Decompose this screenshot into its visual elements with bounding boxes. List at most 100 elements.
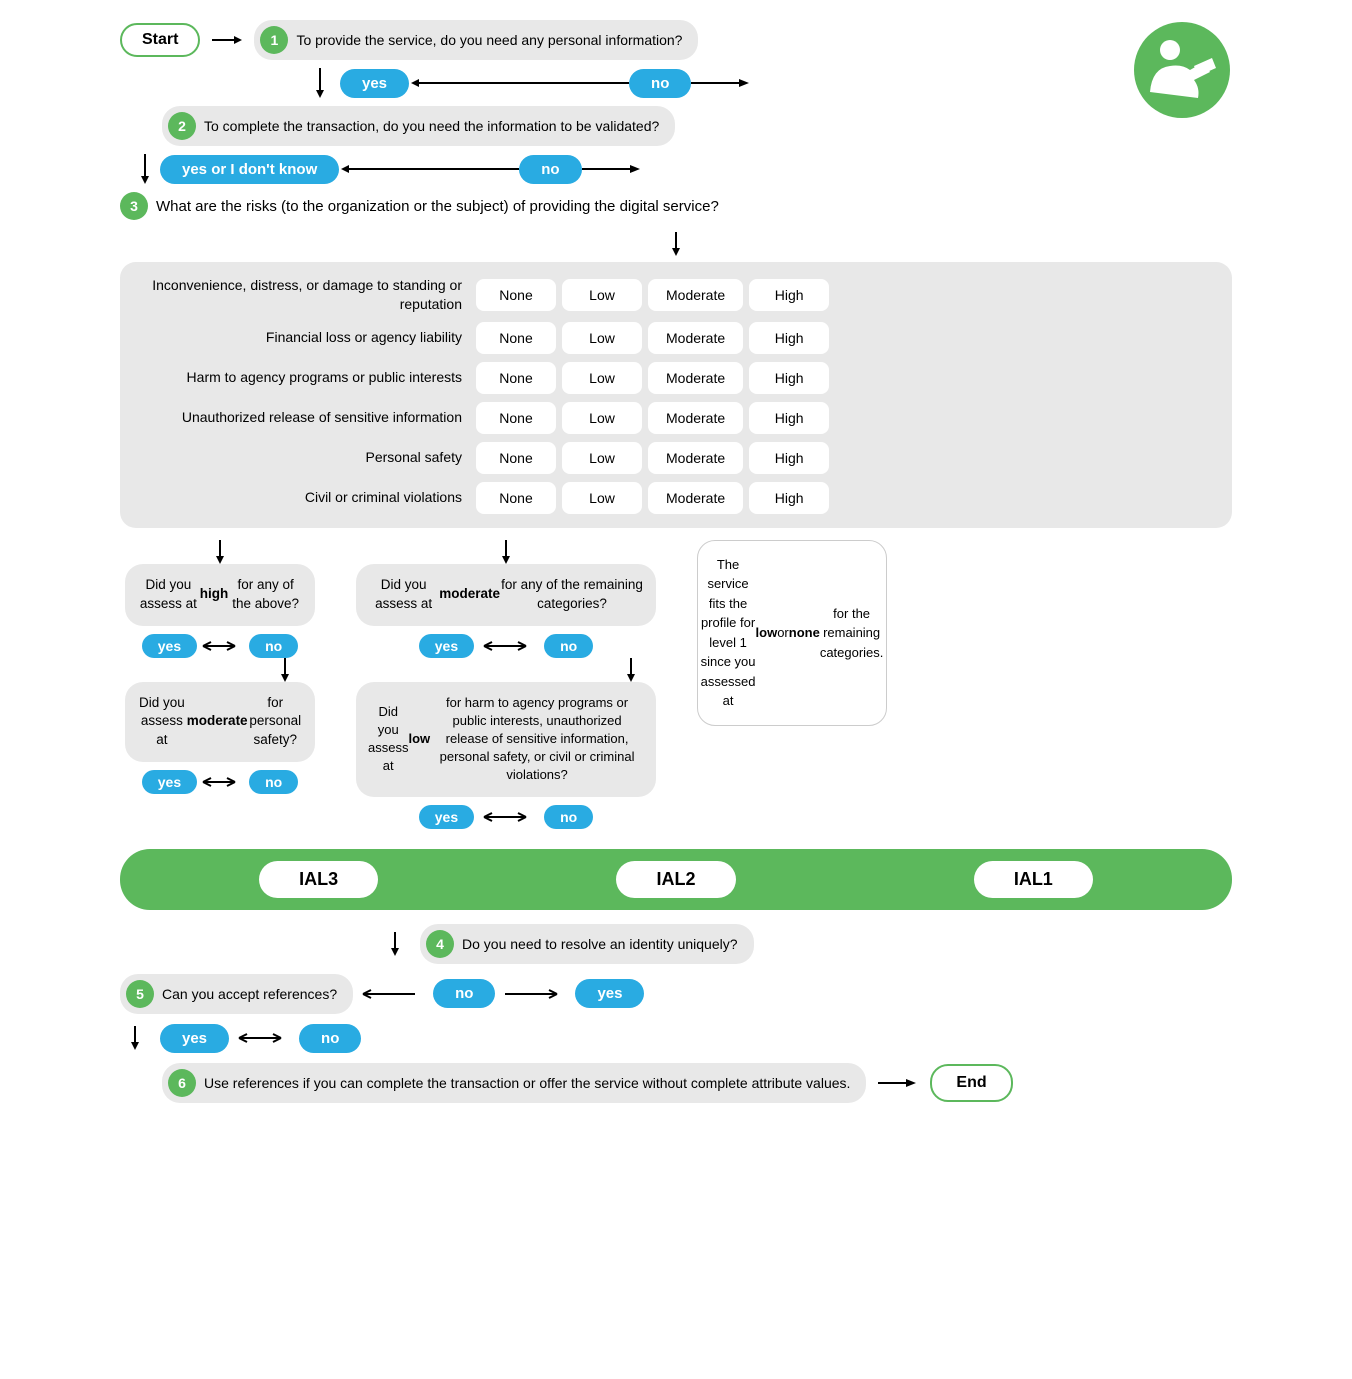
no-button-5[interactable]: no xyxy=(433,979,495,1008)
identity-icon xyxy=(1132,20,1232,120)
risk-moderate-4[interactable]: Moderate xyxy=(648,402,743,434)
risk-moderate-3[interactable]: Moderate xyxy=(648,362,743,394)
step-5-circle: 5 xyxy=(126,980,154,1008)
arrow-high-yes-no xyxy=(203,636,243,656)
risk-moderate-2[interactable]: Moderate xyxy=(648,322,743,354)
high-check-answers: yes no xyxy=(142,634,298,658)
risk-low-3[interactable]: Low xyxy=(562,362,642,394)
level1-desc-node: The service fits the profile for level 1… xyxy=(697,540,887,726)
risk-low-5[interactable]: Low xyxy=(562,442,642,474)
risk-none-4[interactable]: None xyxy=(476,402,556,434)
no-button-5b[interactable]: no xyxy=(299,1024,361,1053)
risk-options-6: None Low Moderate High xyxy=(476,482,829,514)
step-1-circle: 1 xyxy=(260,26,288,54)
yes-or-dont-know-button[interactable]: yes or I don't know xyxy=(160,155,339,184)
risk-high-1[interactable]: High xyxy=(749,279,829,311)
mod-rem-no-button[interactable]: no xyxy=(544,634,593,658)
arrow-to-end xyxy=(878,1073,918,1093)
yes-button-5[interactable]: yes xyxy=(575,979,644,1008)
risk-none-5[interactable]: None xyxy=(476,442,556,474)
mod-ps-yes-button[interactable]: yes xyxy=(142,770,197,794)
low-no-button[interactable]: no xyxy=(544,805,593,829)
arrow-to-yes-step5-down xyxy=(120,1026,150,1050)
step-5: 5 Can you accept references? xyxy=(120,974,353,1014)
ial-bar: IAL3 IAL2 IAL1 xyxy=(120,849,1232,910)
yes-button-5b[interactable]: yes xyxy=(160,1024,229,1053)
risk-label-6: Civil or criminal violations xyxy=(136,488,476,507)
moderate-ps-answers: yes no xyxy=(142,770,298,794)
risk-high-6[interactable]: High xyxy=(749,482,829,514)
mod-rem-yes-button[interactable]: yes xyxy=(419,634,474,658)
risk-none-3[interactable]: None xyxy=(476,362,556,394)
risk-options-3: None Low Moderate High xyxy=(476,362,829,394)
risk-label-2: Financial loss or agency liability xyxy=(136,328,476,347)
row-start: Start 1 To provide the service, do you n… xyxy=(120,20,1232,60)
risk-label-5: Personal safety xyxy=(136,448,476,467)
risk-low-2[interactable]: Low xyxy=(562,322,642,354)
risk-none-6[interactable]: None xyxy=(476,482,556,514)
high-no-button[interactable]: no xyxy=(249,634,298,658)
row-1-answers: yes no xyxy=(300,68,1232,98)
end-node: End xyxy=(930,1064,1012,1102)
yes-button-1[interactable]: yes xyxy=(340,69,409,98)
risk-high-4[interactable]: High xyxy=(749,402,829,434)
risk-row-4: Unauthorized release of sensitive inform… xyxy=(136,402,1216,434)
step-4-text: Do you need to resolve an identity uniqu… xyxy=(462,936,738,952)
arrow-to-yes-or-dk xyxy=(130,154,160,184)
step-2: 2 To complete the transaction, do you ne… xyxy=(162,106,675,146)
risk-row-5: Personal safety None Low Moderate High xyxy=(136,442,1216,474)
risk-none-2[interactable]: None xyxy=(476,322,556,354)
decision-section: Did you assess at high for any of the ab… xyxy=(120,540,1232,829)
arrow-no-to-yes-1 xyxy=(409,68,629,98)
risk-row-2: Financial loss or agency liability None … xyxy=(136,322,1216,354)
arrow-no2-to-yesdk xyxy=(339,154,519,184)
row-step-6: 6 Use references if you can complete the… xyxy=(120,1063,1232,1103)
no-button-1[interactable]: no xyxy=(629,69,691,98)
moderate-remaining-section: Did you assess at moderate for any of th… xyxy=(336,540,676,829)
risk-moderate-6[interactable]: Moderate xyxy=(648,482,743,514)
step-4: 4 Do you need to resolve an identity uni… xyxy=(420,924,754,964)
high-check-section: Did you assess at high for any of the ab… xyxy=(120,540,320,794)
start-node: Start xyxy=(120,23,200,57)
risk-row-1: Inconvenience, distress, or damage to st… xyxy=(136,276,1216,314)
risk-high-3[interactable]: High xyxy=(749,362,829,394)
risk-high-2[interactable]: High xyxy=(749,322,829,354)
risk-low-6[interactable]: Low xyxy=(562,482,642,514)
arrow-no-to-yes-step5 xyxy=(505,984,565,1004)
risk-low-1[interactable]: Low xyxy=(562,279,642,311)
ial2-node: IAL2 xyxy=(616,861,735,898)
no-button-2[interactable]: no xyxy=(519,155,581,184)
arrow-step4-to-no xyxy=(363,984,423,1004)
moderate-remaining-node: Did you assess at moderate for any of th… xyxy=(356,564,656,626)
risk-high-5[interactable]: High xyxy=(749,442,829,474)
level1-section: The service fits the profile for level 1… xyxy=(692,540,892,726)
low-yes-button[interactable]: yes xyxy=(419,805,474,829)
risk-label-3: Harm to agency programs or public intere… xyxy=(136,368,476,387)
risk-low-4[interactable]: Low xyxy=(562,402,642,434)
row-step-5: 5 Can you accept references? no yes xyxy=(120,974,1232,1014)
risk-none-1[interactable]: None xyxy=(476,279,556,311)
step-3-text: What are the risks (to the organization … xyxy=(156,198,719,215)
risk-moderate-5[interactable]: Moderate xyxy=(648,442,743,474)
arrow-to-risk-table xyxy=(120,232,1232,256)
row-5-yesno: yes no xyxy=(120,1024,1232,1053)
arrow-5-yes-no xyxy=(239,1028,289,1048)
row-step-3: 3 What are the risks (to the organizatio… xyxy=(120,192,1232,220)
risk-table: Inconvenience, distress, or damage to st… xyxy=(120,262,1232,528)
step-6-text: Use references if you can complete the t… xyxy=(204,1075,850,1091)
step-2-circle: 2 xyxy=(168,112,196,140)
arrow-mod-ps-yes-no xyxy=(203,772,243,792)
high-yes-button[interactable]: yes xyxy=(142,634,197,658)
arrow-to-step4 xyxy=(380,932,410,956)
high-check-node: Did you assess at high for any of the ab… xyxy=(125,564,315,626)
arrow-mod-rem-yes-no xyxy=(484,636,534,656)
risk-moderate-1[interactable]: Moderate xyxy=(648,279,743,311)
risk-options-2: None Low Moderate High xyxy=(476,322,829,354)
risk-options-4: None Low Moderate High xyxy=(476,402,829,434)
risk-options-1: None Low Moderate High xyxy=(476,279,829,311)
low-specific-node: Did you assess at low for harm to agency… xyxy=(356,682,656,797)
mod-ps-no-button[interactable]: no xyxy=(249,770,298,794)
ial3-node: IAL3 xyxy=(259,861,378,898)
step-6-circle: 6 xyxy=(168,1069,196,1097)
step-1-text: To provide the service, do you need any … xyxy=(296,32,682,48)
